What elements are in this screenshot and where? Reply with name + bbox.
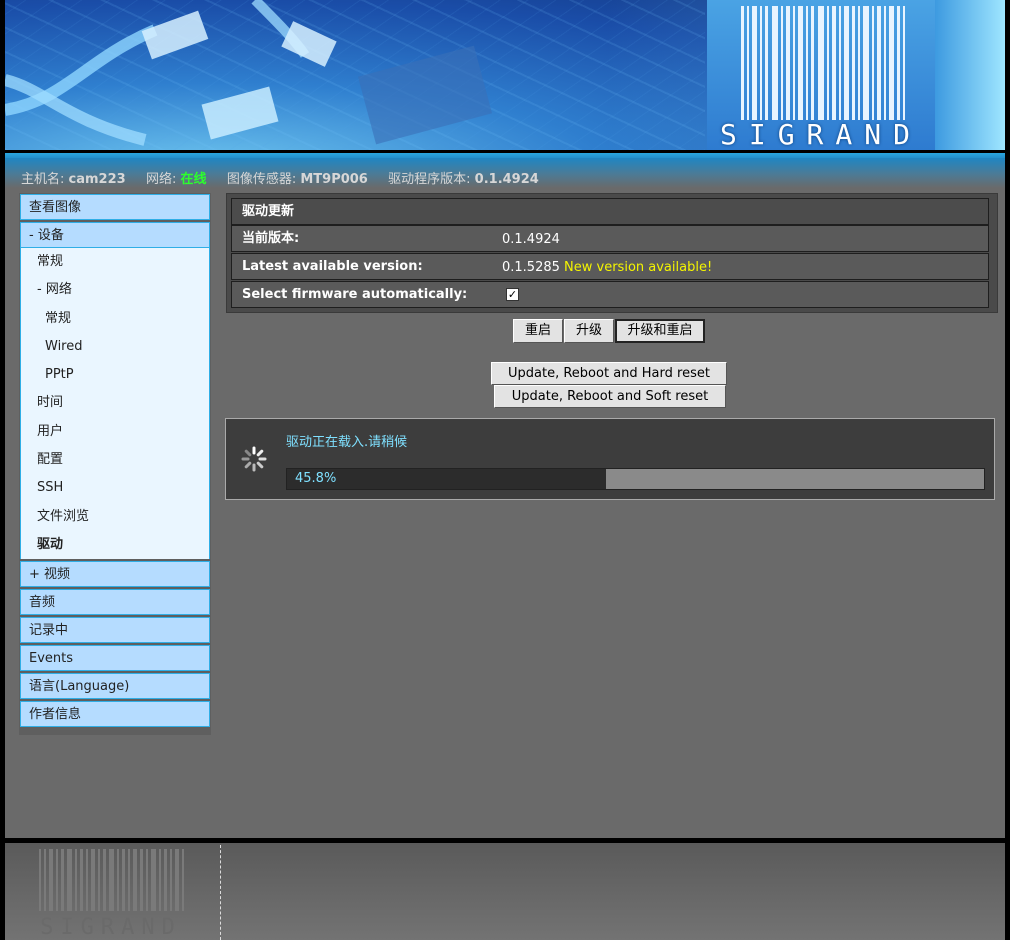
latest-version-row: Latest available version: 0.1.5285 New v… xyxy=(231,253,989,280)
hostname-label: 主机名: xyxy=(21,172,65,187)
sidebar-item-time[interactable]: 时间 xyxy=(21,389,209,417)
progress-message: 驱动正在载入.请稍候 xyxy=(286,435,408,450)
progress-box: 驱动正在载入.请稍候 45.8% xyxy=(225,418,995,500)
sidebar-item-ssh[interactable]: SSH xyxy=(21,474,209,502)
panel-header: 驱动更新 xyxy=(231,198,989,225)
network-status: 在线 xyxy=(180,172,207,187)
network-cable-image xyxy=(5,0,493,146)
header-banner: SIGRAND xyxy=(5,0,1005,150)
sidebar-item-view-image[interactable]: 查看图像 xyxy=(20,194,210,220)
upgrade-and-reboot-button[interactable]: 升级和重启 xyxy=(615,319,705,343)
reboot-button[interactable]: 重启 xyxy=(513,319,563,343)
auto-select-checkbox[interactable]: ✓ xyxy=(506,288,519,301)
sensor-label: 图像传感器: xyxy=(226,172,297,187)
header-right-gradient xyxy=(935,0,1005,150)
sidebar-item-audio[interactable]: 音频 xyxy=(20,589,210,616)
auto-select-row: Select firmware automatically: ✓ xyxy=(231,281,989,308)
sidebar-item-users[interactable]: 用户 xyxy=(21,418,209,446)
current-version-label: 当前版本: xyxy=(242,231,300,246)
panel-title: 驱动更新 xyxy=(242,204,295,219)
footer-sigrand-logo: SIGRAND xyxy=(37,849,185,940)
footer-logo-text: SIGRAND xyxy=(40,915,182,940)
sidebar-item-pptp[interactable]: PPtP xyxy=(21,361,209,389)
sigrand-logo: SIGRAND xyxy=(707,0,935,150)
sidebar-item-driver[interactable]: 驱动 xyxy=(21,531,209,559)
latest-version-value: 0.1.5285 xyxy=(502,260,560,275)
sidebar-item-events[interactable]: Events xyxy=(20,645,210,672)
sidebar-item-recording[interactable]: 记录中 xyxy=(20,617,210,644)
sidebar-nav: 查看图像 - 设备 常规 - 网络 常规 Wired PPtP 时间 用户 配置… xyxy=(20,194,210,729)
sidebar-item-about[interactable]: 作者信息 xyxy=(20,701,210,728)
status-bar: 主机名: cam223 网络: 在线 图像传感器: MT9P006 驱动程序版本… xyxy=(21,168,539,187)
driver-version-value: 0.1.4924 xyxy=(474,172,539,187)
footer: SIGRAND xyxy=(5,843,1005,940)
sidebar-item-network[interactable]: - 网络 xyxy=(21,276,209,304)
upgrade-button[interactable]: 升级 xyxy=(564,319,614,343)
progress-bar: 45.8% xyxy=(286,468,985,490)
footer-divider xyxy=(220,845,221,940)
progress-percent: 45.8% xyxy=(295,471,337,486)
sidebar-item-network-general[interactable]: 常规 xyxy=(21,305,209,333)
sidebar-item-video[interactable]: + 视频 xyxy=(20,561,210,588)
sidebar-item-general[interactable]: 常规 xyxy=(21,248,209,276)
driver-version-label: 驱动程序版本: xyxy=(388,172,471,187)
main-area: 主机名: cam223 网络: 在线 图像传感器: MT9P006 驱动程序版本… xyxy=(5,158,1005,838)
sidebar-device-submenu: 常规 - 网络 常规 Wired PPtP 时间 用户 配置 SSH 文件浏览 … xyxy=(20,248,210,560)
latest-version-value-group: 0.1.5285 New version available! xyxy=(502,254,712,282)
loading-spinner-icon xyxy=(241,446,267,472)
auto-select-label: Select firmware automatically: xyxy=(242,287,468,302)
firmware-panel: 驱动更新 当前版本: 0.1.4924 Latest available ver… xyxy=(226,193,998,313)
barcode-icon xyxy=(741,6,905,120)
sidebar-item-config[interactable]: 配置 xyxy=(21,446,209,474)
logo-text: SIGRAND xyxy=(719,118,922,150)
sidebar-item-file-browser[interactable]: 文件浏览 xyxy=(21,503,209,531)
current-version-row: 当前版本: 0.1.4924 xyxy=(231,225,989,252)
new-version-notice: New version available! xyxy=(564,260,713,275)
network-label: 网络: xyxy=(145,172,177,187)
hostname-value: cam223 xyxy=(68,172,126,187)
footer-barcode-icon xyxy=(39,849,184,911)
update-reboot-soft-reset-button[interactable]: Update, Reboot and Soft reset xyxy=(494,385,726,408)
latest-version-label: Latest available version: xyxy=(242,259,423,274)
update-reboot-hard-reset-button[interactable]: Update, Reboot and Hard reset xyxy=(491,362,727,385)
sidebar-item-language[interactable]: 语言(Language) xyxy=(20,673,210,700)
sidebar-item-device[interactable]: - 设备 xyxy=(20,222,210,248)
sidebar: 查看图像 - 设备 常规 - 网络 常规 Wired PPtP 时间 用户 配置… xyxy=(19,193,211,735)
sidebar-item-wired[interactable]: Wired xyxy=(21,333,209,361)
sensor-value: MT9P006 xyxy=(300,172,368,187)
current-version-value: 0.1.4924 xyxy=(502,232,560,247)
